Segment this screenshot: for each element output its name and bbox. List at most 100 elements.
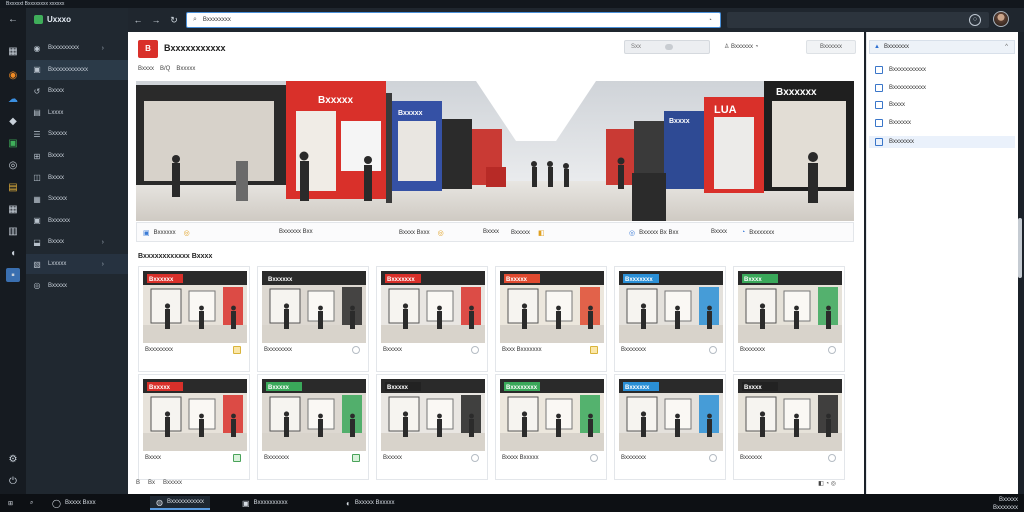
panel-icon[interactable]: ▪ bbox=[6, 268, 20, 282]
store-sign: Bxxxxx bbox=[387, 385, 409, 391]
footer-link[interactable]: Bx bbox=[148, 480, 155, 486]
sidebar-item[interactable]: ◫ Bxxxx bbox=[26, 168, 128, 188]
right-panel-item[interactable]: Bxxxxxxxxxxx bbox=[875, 66, 926, 74]
taskbar-app[interactable]: ◐ Bxxxxx Bxxxxx bbox=[340, 496, 401, 510]
info-circle-icon[interactable] bbox=[828, 454, 836, 462]
info-item[interactable]: Bxxxx bbox=[711, 229, 727, 235]
shield-status-icon[interactable]: ◔ bbox=[708, 17, 712, 24]
sidebar-item[interactable]: ◎ Bxxxxx bbox=[26, 276, 128, 296]
sidebar-item[interactable]: ▧ Lxxxxx › bbox=[26, 254, 128, 274]
info-circle-icon[interactable] bbox=[352, 346, 360, 354]
info-circle-icon[interactable] bbox=[709, 346, 717, 354]
info-item[interactable]: Bxxxxx ◧ bbox=[511, 229, 549, 237]
sidebar-item[interactable]: ▣ Bxxxxxxxxxxxx bbox=[26, 59, 128, 80]
store-card[interactable]: Bxxxxxx Bxxxxxxxx bbox=[257, 266, 369, 372]
sidebar-item[interactable]: ⬓ Bxxxx › bbox=[26, 232, 128, 252]
chat-icon[interactable]: ◖ bbox=[6, 246, 20, 260]
sidebar-item[interactable]: ▣ Bxxxxxx bbox=[26, 211, 128, 231]
grid-icon[interactable]: ▦ bbox=[6, 44, 20, 58]
taskbar-app[interactable]: ◍ Bxxxxxxxxxxx bbox=[150, 496, 210, 510]
orange-circle-icon[interactable]: ◉ bbox=[6, 68, 20, 82]
sidebar-item-icon: ▣ bbox=[33, 216, 41, 226]
info-item[interactable]: Bxxxx bbox=[483, 229, 499, 235]
forward-button[interactable]: → bbox=[150, 14, 162, 26]
right-scrollbar[interactable] bbox=[1018, 218, 1022, 278]
extension-icon[interactable]: ○ bbox=[969, 14, 981, 26]
store-card[interactable]: Bxxxxxx Bxxxxxxxx bbox=[138, 266, 250, 372]
info-circle-icon[interactable] bbox=[590, 454, 598, 462]
header-menu-button[interactable]: Bxxxxxx bbox=[806, 40, 856, 54]
info-item[interactable]: ◎ Bxxxxx Bx Bxx bbox=[629, 229, 678, 237]
taskbar-app[interactable]: ◯ Bxxxx Bxxx bbox=[46, 496, 102, 510]
info-circle-icon[interactable] bbox=[709, 454, 717, 462]
store-card[interactable]: Bxxxxxxx Bxxxxxxx bbox=[614, 266, 726, 372]
header-search-input[interactable]: Sxx bbox=[624, 40, 710, 54]
mall-interior-illustration: Bxxxxx Bxxxxx Bxxxx Bxxxxxx LUA bbox=[136, 81, 854, 221]
footer-icons[interactable]: ◧ ◔ ◎ bbox=[818, 480, 836, 487]
shield-icon[interactable]: ◆ bbox=[6, 114, 20, 128]
briefcase-icon[interactable]: ▤ bbox=[6, 180, 20, 194]
sidebar-item-label: Bxxxx bbox=[48, 174, 65, 181]
info-item[interactable]: ▣ Bxxxxxx ◎ bbox=[143, 229, 194, 237]
tag-icon[interactable] bbox=[352, 454, 360, 462]
sidebar-item[interactable]: ▤ Lxxxx bbox=[26, 103, 128, 123]
sidebar-item[interactable]: ↺ Bxxxx bbox=[26, 81, 128, 101]
store-card[interactable]: Bxxxxxxxx Bxxxx Bxxxxx bbox=[495, 374, 607, 480]
header-search-label: Sxx bbox=[631, 44, 642, 50]
right-panel-item[interactable]: Bxxxxxxxxxxx bbox=[875, 83, 926, 92]
store-card[interactable]: Bxxxxx Bxxx Bxxxxxxx bbox=[495, 266, 607, 372]
footer-link[interactable]: Bxxxxx bbox=[163, 480, 182, 486]
store-card[interactable]: Bxxxxxxx Bxxxxx bbox=[376, 266, 488, 372]
breadcrumb-item[interactable]: Bxxxx bbox=[138, 66, 154, 72]
bell-icon[interactable]: ◔ bbox=[755, 44, 759, 50]
chevron-up-icon[interactable]: ^ bbox=[1005, 41, 1008, 53]
start-button[interactable]: ⊞ bbox=[2, 496, 19, 510]
address-bar[interactable]: ⌕ Bxxxxxxxx ◔ bbox=[186, 12, 721, 28]
store-card[interactable]: Bxxxxx Bxxxxxxx bbox=[257, 374, 369, 480]
ring-icon[interactable]: ◎ bbox=[6, 158, 20, 172]
info-circle-icon[interactable] bbox=[828, 346, 836, 354]
taskbar-search-button[interactable]: ⌕ bbox=[24, 496, 39, 510]
tag-icon[interactable] bbox=[590, 346, 598, 354]
right-panel-item[interactable]: Bxxxx bbox=[875, 101, 905, 109]
system-tray[interactable]: Bxxxxx Bxxxxxxx bbox=[993, 497, 1018, 511]
tag-icon[interactable] bbox=[233, 346, 241, 354]
right-panel-item[interactable]: Bxxxxxxx bbox=[869, 136, 1015, 148]
tag-icon[interactable] bbox=[233, 454, 241, 462]
sidebar-item[interactable]: ⊞ Bxxxx bbox=[26, 146, 128, 166]
info-circle-icon[interactable] bbox=[471, 454, 479, 462]
sidebar-item[interactable]: ◉ Bxxxxxxxxx › bbox=[26, 38, 128, 58]
site-logo[interactable]: B bbox=[138, 40, 158, 58]
sidebar-brand[interactable]: Uxxxo bbox=[26, 8, 128, 30]
right-panel-item[interactable]: Bxxxxxx bbox=[875, 118, 911, 127]
breadcrumb-item[interactable]: B/Q bbox=[160, 66, 170, 72]
sidebar-item[interactable]: ▦ Sxxxxx bbox=[26, 189, 128, 209]
store-card[interactable]: Bxxxxx Bxxxxx bbox=[376, 374, 488, 480]
store-card[interactable]: Bxxxx Bxxxxxx bbox=[733, 374, 845, 480]
info-circle-icon[interactable] bbox=[471, 346, 479, 354]
header-user[interactable]: ♙ Bxxxxxx ◔ bbox=[724, 43, 758, 50]
taskbar-app[interactable]: ▣ Bxxxxxxxxxx bbox=[236, 496, 294, 510]
sidebar-item[interactable]: ☰ Sxxxxx bbox=[26, 124, 128, 144]
info-item[interactable]: Bxxxx Bxxx ◎ bbox=[399, 229, 448, 237]
back-button[interactable]: ← bbox=[132, 14, 144, 26]
hero-sign-4: Bxxxxxx bbox=[776, 87, 817, 98]
store-card[interactable]: Bxxxx Bxxxxxxx bbox=[733, 266, 845, 372]
power-icon[interactable]: ⏻ bbox=[6, 474, 20, 488]
store-card[interactable]: Bxxxxx Bxxxx bbox=[138, 374, 250, 480]
right-panel-header[interactable]: ▲ Bxxxxxxx ^ bbox=[869, 40, 1015, 54]
info-item-end-icon: ◧ bbox=[538, 230, 545, 237]
info-item[interactable]: ◔ Bxxxxxxx bbox=[741, 229, 774, 236]
green-doc-icon[interactable]: ▣ bbox=[6, 136, 20, 150]
cloud-icon[interactable]: ☁ bbox=[6, 92, 20, 106]
breadcrumb-item[interactable]: Bxxxxx bbox=[176, 66, 195, 72]
back-arrow-icon[interactable]: ← bbox=[6, 12, 20, 26]
footer-link[interactable]: B bbox=[136, 480, 140, 486]
gallery-icon[interactable]: ▦ bbox=[6, 202, 20, 216]
info-item[interactable]: Bxxxxxx Bxx bbox=[279, 229, 313, 235]
bar-icon[interactable]: ▥ bbox=[6, 224, 20, 238]
reload-button[interactable]: ↻ bbox=[168, 14, 180, 26]
store-card[interactable]: Bxxxxxx Bxxxxxxx bbox=[614, 374, 726, 480]
user-avatar[interactable] bbox=[993, 11, 1009, 27]
settings-icon[interactable]: ⚙ bbox=[6, 452, 20, 466]
